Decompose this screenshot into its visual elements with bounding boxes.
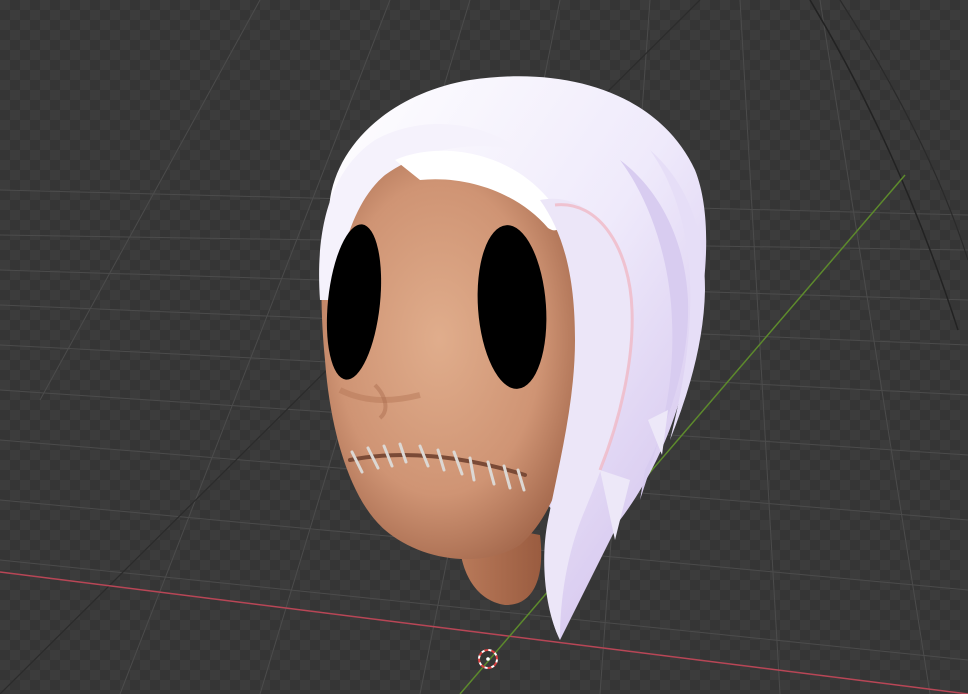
viewport-canvas[interactable] bbox=[0, 0, 968, 694]
3d-viewport[interactable] bbox=[0, 0, 968, 694]
